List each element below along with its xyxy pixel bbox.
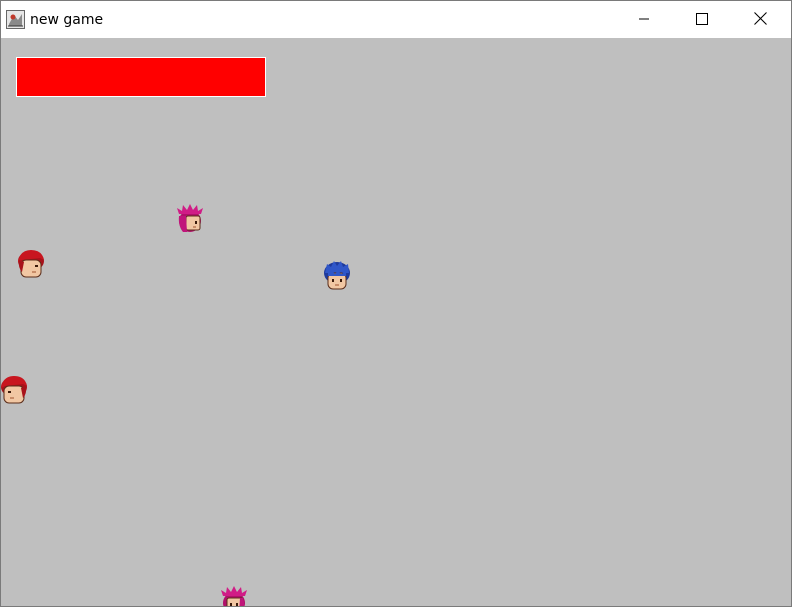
title-bar[interactable]: new game xyxy=(1,1,791,38)
window-title: new game xyxy=(30,12,104,28)
game-window: new game xyxy=(0,0,792,607)
java-app-icon xyxy=(6,10,25,29)
enemy-pink-haired xyxy=(217,584,251,606)
game-canvas[interactable] xyxy=(1,38,791,606)
enemy-red-haired xyxy=(1,372,31,406)
health-bar xyxy=(16,57,266,97)
close-button[interactable] xyxy=(731,1,789,38)
enemy-pink-haired xyxy=(173,202,207,236)
minimize-button[interactable] xyxy=(615,1,673,38)
maximize-button[interactable] xyxy=(673,1,731,38)
minimize-icon xyxy=(638,10,650,29)
player-character xyxy=(320,259,354,293)
close-icon xyxy=(753,10,767,29)
enemy-red-haired xyxy=(14,246,48,280)
health-bar-fill xyxy=(17,58,265,96)
maximize-icon xyxy=(696,10,708,29)
